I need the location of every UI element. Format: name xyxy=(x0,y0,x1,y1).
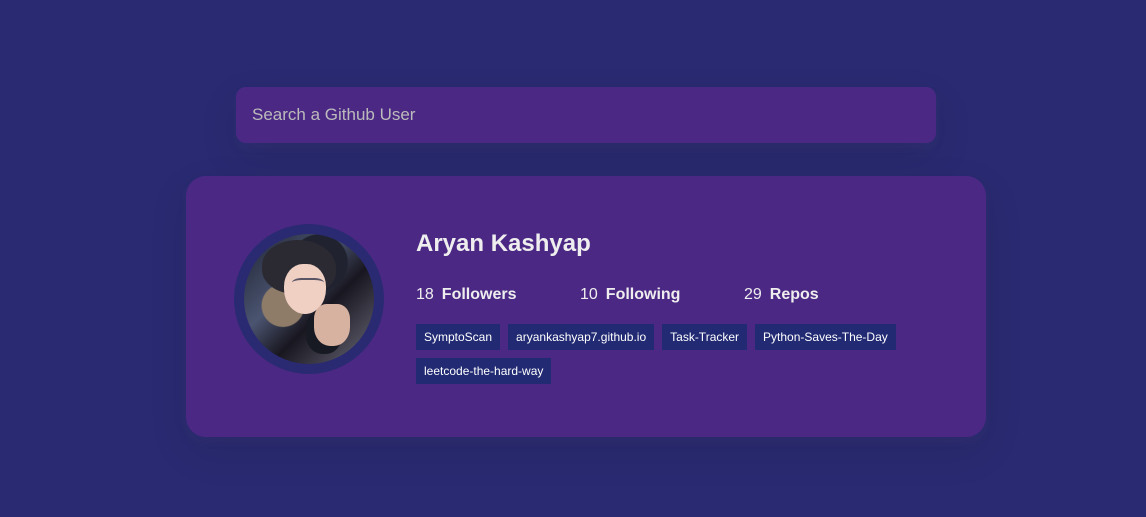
user-stats: 18 Followers 10 Following 29 Repos xyxy=(416,284,946,306)
repo-link-github-io[interactable]: aryankashyap7.github.io xyxy=(508,324,655,350)
search-bar[interactable] xyxy=(236,87,936,143)
user-name: Aryan Kashyap xyxy=(416,230,591,257)
repo-link-symptoscan[interactable]: SymptoScan xyxy=(416,324,501,350)
repos-count: 29 xyxy=(744,286,762,303)
repo-list: SymptoScan aryankashyap7.github.io Task-… xyxy=(416,324,946,392)
search-input[interactable] xyxy=(236,87,936,143)
repo-link-python-saves-the-day[interactable]: Python-Saves-The-Day xyxy=(755,324,896,350)
following-label: Following xyxy=(605,286,681,303)
profile-card: Aryan Kashyap 18 Followers 10 Following … xyxy=(186,176,986,437)
following-count: 10 xyxy=(580,286,598,303)
repos-label: Repos xyxy=(769,286,819,303)
repos-stat: 29 Repos xyxy=(744,286,908,304)
avatar-glasses-detail xyxy=(292,278,324,294)
following-stat: 10 Following xyxy=(580,286,744,304)
repo-link-leetcode-the-hard-way[interactable]: leetcode-the-hard-way xyxy=(416,358,552,384)
followers-label: Followers xyxy=(441,286,517,303)
followers-stat: 18 Followers xyxy=(416,286,580,304)
avatar-cup-detail xyxy=(314,304,350,346)
repo-link-task-tracker[interactable]: Task-Tracker xyxy=(662,324,748,350)
followers-count: 18 xyxy=(416,286,434,303)
avatar xyxy=(234,224,384,374)
user-info: Aryan Kashyap 18 Followers 10 Following … xyxy=(416,224,946,392)
